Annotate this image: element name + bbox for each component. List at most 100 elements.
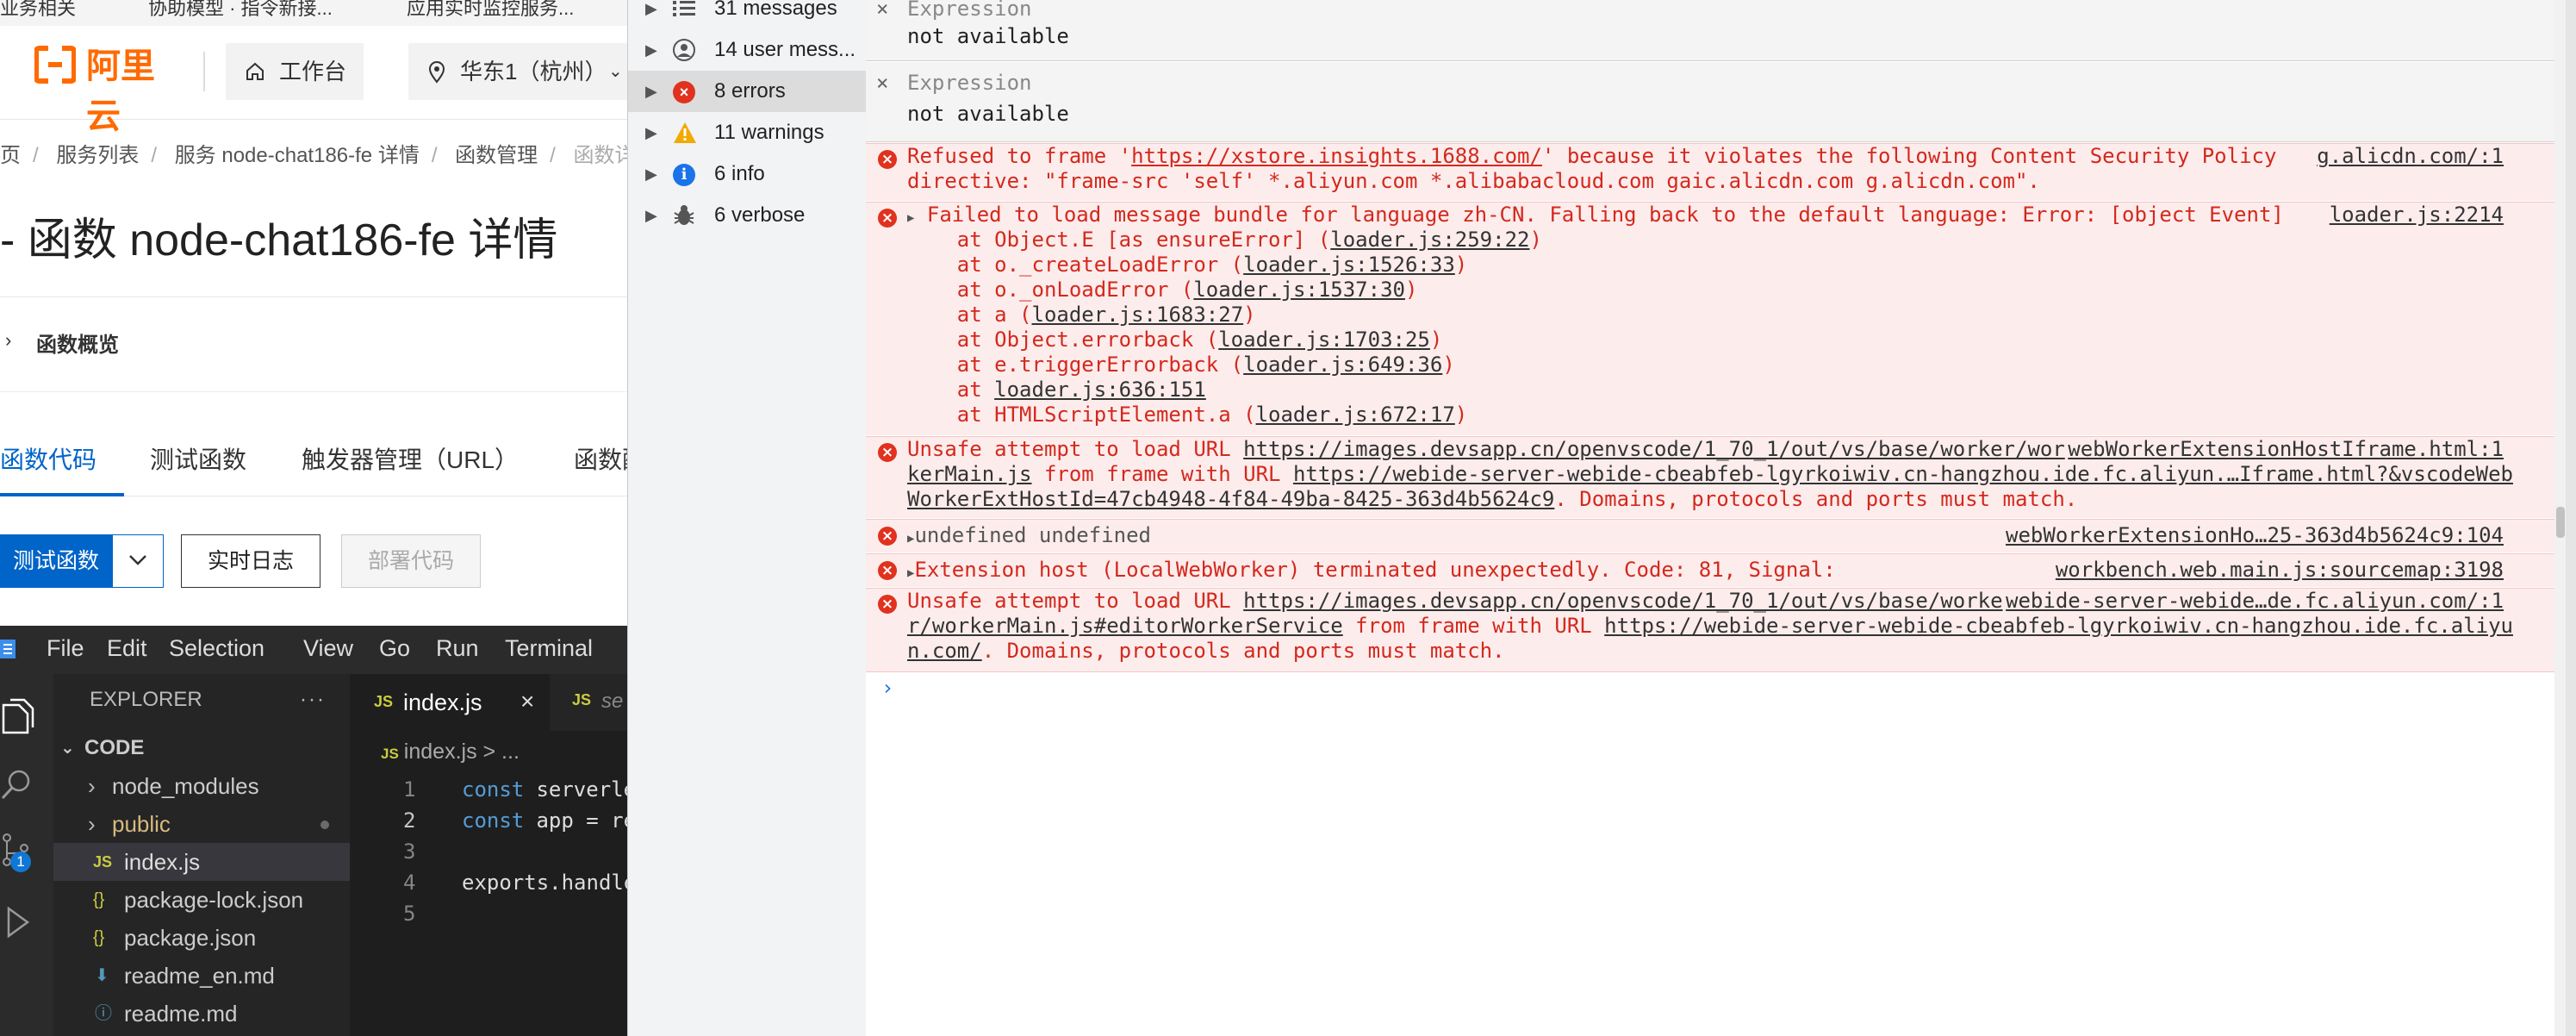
bookmark-item[interactable]: 协助模型 · 指令新接... xyxy=(148,0,333,21)
sidebar-item-user-messages[interactable]: ▶ 14 user mess... xyxy=(628,29,866,71)
menu-icon[interactable] xyxy=(0,638,16,660)
test-function-button[interactable]: 测试函数 xyxy=(0,534,112,588)
menu-selection[interactable]: Selection xyxy=(169,635,264,662)
stack-link[interactable]: loader.js:1703:25 xyxy=(1218,328,1430,352)
error-link[interactable]: https://images.devsapp.cn/openvscode/1_7… xyxy=(1243,437,2065,461)
breadcrumb-item[interactable]: 页 xyxy=(0,144,21,167)
root-folder-label: CODE xyxy=(84,736,145,759)
editor-breadcrumb[interactable]: JS index.js > ... xyxy=(381,740,520,765)
source-link[interactable]: webWorkerExtensionHo…25-363d4b5624c9:104 xyxy=(2006,523,2504,547)
aliyun-logo[interactable]: 阿里云 xyxy=(0,41,172,135)
chevron-right-icon: › xyxy=(88,773,96,799)
console-error-message[interactable]: × ▶undefined undefined webWorkerExtensio… xyxy=(866,519,2566,552)
source-link[interactable]: workbench.web.main.js:sourcemap:3198 xyxy=(2056,558,2504,582)
scrollbar-thumb[interactable] xyxy=(2556,507,2565,538)
editor-tabbar: JS index.js × JS se xyxy=(350,674,627,733)
bookmark-item[interactable]: 业务相关 xyxy=(0,0,76,21)
error-link[interactable]: n.com/ xyxy=(907,639,982,663)
stack-link[interactable]: loader.js:259:22 xyxy=(1330,228,1529,252)
search-icon[interactable] xyxy=(0,767,34,805)
stack-link[interactable]: loader.js:1683:27 xyxy=(1032,303,1244,327)
list-item[interactable]: JS index.js xyxy=(53,843,350,881)
sidebar-item-verbose[interactable]: ▶ 6 verbose xyxy=(628,195,866,236)
error-link[interactable]: https://xstore.insights.1688.com/ xyxy=(1131,144,1542,168)
menu-edit[interactable]: Edit xyxy=(107,635,147,662)
stack-link[interactable]: loader.js:1537:30 xyxy=(1193,278,1405,302)
console-error-message[interactable]: × Unsafe attempt to load URL https://ima… xyxy=(866,588,2566,672)
expand-triangle-icon[interactable]: ▶ xyxy=(907,211,914,225)
error-link[interactable]: WorkerExtHostId=47cb4948-4f84-49ba-8425-… xyxy=(907,487,1554,511)
tab-secondary[interactable]: JS se xyxy=(550,674,627,731)
list-item[interactable]: › node_modules xyxy=(53,767,350,805)
more-actions-icon[interactable]: ··· xyxy=(300,681,326,719)
stack-frame: at e.triggerErrorback (loader.js:649:36) xyxy=(907,353,1455,377)
deploy-code-button[interactable]: 部署代码 xyxy=(341,534,481,588)
function-overview-toggle[interactable]: 函数概览 xyxy=(36,328,119,358)
stack-link[interactable]: loader.js:636:151 xyxy=(994,378,1206,402)
menu-go[interactable]: Go xyxy=(379,635,410,662)
console-error-message[interactable]: × Refused to frame 'https://xstore.insig… xyxy=(866,143,2566,201)
source-link[interactable]: webide-server-webide…de.fc.aliyun.com/:1 xyxy=(2006,589,2504,613)
realtime-log-button[interactable]: 实时日志 xyxy=(181,534,320,588)
expression-title[interactable]: Expression xyxy=(907,0,1032,21)
list-item[interactable]: {} package.json xyxy=(53,919,350,957)
markdown-file-icon: ⬇ xyxy=(95,966,109,985)
breadcrumb-item[interactable]: 服务列表 xyxy=(56,144,139,167)
tab-function-code[interactable]: 函数代码 xyxy=(0,441,96,476)
sidebar-item-info[interactable]: ▶ i 6 info xyxy=(628,153,866,195)
tab-function-config[interactable]: 函数配 xyxy=(574,441,627,476)
run-debug-icon[interactable] xyxy=(0,903,34,941)
console-error-message[interactable]: × ▶ Failed to load message bundle for la… xyxy=(866,202,2566,435)
file-label: readme.md xyxy=(124,1001,238,1027)
console-error-message[interactable]: × ▶Extension host (LocalWebWorker) termi… xyxy=(866,553,2566,587)
chevron-right-icon[interactable]: › xyxy=(5,329,11,352)
console-prompt[interactable]: › xyxy=(881,676,893,700)
breadcrumb-item[interactable]: 服务 node-chat186-fe 详情 xyxy=(175,144,420,167)
tab-trigger-management[interactable]: 触发器管理（URL） xyxy=(302,441,519,476)
stack-link[interactable]: loader.js:1526:33 xyxy=(1243,253,1455,277)
sidebar-item-label: 31 messages xyxy=(714,0,837,20)
bookmark-item[interactable]: 应用实时监控服务... xyxy=(407,0,574,21)
test-options-dropdown[interactable] xyxy=(112,534,164,588)
file-label: package.json xyxy=(124,925,257,951)
code-line: 5 xyxy=(403,902,416,926)
tab-test-function[interactable]: 测试函数 xyxy=(150,441,246,476)
stack-link[interactable]: loader.js:649:36 xyxy=(1243,353,1442,377)
source-link[interactable]: webWorkerExtensionHostIframe.html:1 xyxy=(2068,437,2504,461)
tab-index-js[interactable]: JS index.js × xyxy=(350,674,550,733)
files-icon[interactable] xyxy=(0,698,34,736)
divider xyxy=(0,296,627,297)
expression-title[interactable]: Expression xyxy=(907,71,1032,95)
menu-terminal[interactable]: Terminal xyxy=(505,635,593,662)
menu-run[interactable]: Run xyxy=(436,635,479,662)
error-link[interactable]: r/workerMain.js#editorWorkerService xyxy=(907,614,1343,638)
chevron-down-icon: ⌄ xyxy=(608,62,623,81)
error-link[interactable]: kerMain.js xyxy=(907,462,1032,486)
error-link[interactable]: https://images.devsapp.cn/openvscode/1_7… xyxy=(1243,589,2002,613)
console-error-message[interactable]: × Unsafe attempt to load URL https://ima… xyxy=(866,436,2566,518)
menu-file[interactable]: File xyxy=(47,635,84,662)
source-link[interactable]: g.alicdn.com/:1 xyxy=(2317,144,2504,168)
sidebar-item-messages[interactable]: ▶ 31 messages xyxy=(628,0,866,29)
error-link[interactable]: https://webide-server-webide-cbeabfeb-lg… xyxy=(1604,614,2513,638)
breadcrumb-item[interactable]: 函数管理 xyxy=(455,144,538,167)
chevron-down-icon: ⌄ xyxy=(60,739,75,758)
list-item[interactable]: › public xyxy=(53,805,350,843)
error-link[interactable]: https://webide-server-webide-cbeabfeb-lg… xyxy=(1293,462,2513,486)
list-item[interactable]: ⓘ readme.md xyxy=(53,995,350,1033)
menu-view[interactable]: View xyxy=(303,635,353,662)
close-icon[interactable]: × xyxy=(876,0,888,21)
workbench-button[interactable]: 工作台 xyxy=(226,43,364,100)
source-link[interactable]: loader.js:2214 xyxy=(2330,203,2504,227)
close-icon[interactable]: × xyxy=(876,71,888,95)
close-icon[interactable]: × xyxy=(520,688,534,715)
js-file-icon: JS xyxy=(381,746,399,762)
stack-link[interactable]: loader.js:672:17 xyxy=(1256,403,1455,427)
sidebar-item-warnings[interactable]: ▶ 11 warnings xyxy=(628,112,866,153)
list-item[interactable]: ⬇ readme_en.md xyxy=(53,957,350,995)
sidebar-item-errors[interactable]: ▶ × 8 errors xyxy=(628,71,866,112)
user-icon xyxy=(673,39,695,61)
region-selector[interactable]: 华东1（杭州） ⌄ xyxy=(408,43,627,100)
list-item[interactable]: {} package-lock.json xyxy=(53,881,350,919)
explorer-root[interactable]: ⌄ CODE xyxy=(53,729,350,767)
